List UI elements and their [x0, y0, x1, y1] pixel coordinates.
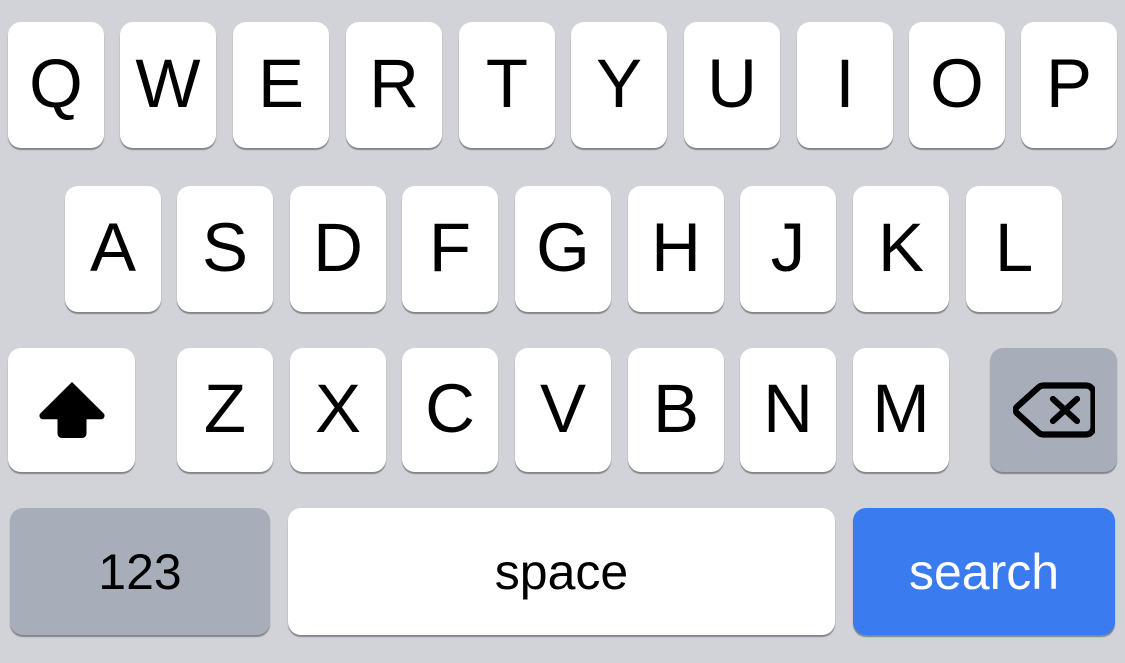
key-label: U: [707, 44, 757, 122]
key-w[interactable]: W: [120, 22, 216, 148]
key-label: search: [908, 543, 1060, 600]
key-label: 123: [98, 543, 182, 600]
key-label: B: [652, 369, 700, 447]
key-s[interactable]: S: [177, 186, 273, 312]
ios-keyboard: Q W E R T Y U I O P A S D F G H J K L Z …: [0, 0, 1125, 663]
key-label: D: [313, 208, 363, 286]
key-label: J: [770, 208, 806, 286]
key-a[interactable]: A: [65, 186, 161, 312]
backspace-delete-icon: [1012, 380, 1095, 440]
key-n[interactable]: N: [740, 348, 836, 472]
shift-arrow-up-icon: [38, 379, 105, 441]
key-l[interactable]: L: [966, 186, 1062, 312]
key-r[interactable]: R: [346, 22, 442, 148]
key-label: N: [763, 369, 813, 447]
key-v[interactable]: V: [515, 348, 611, 472]
key-e[interactable]: E: [233, 22, 329, 148]
key-label: V: [539, 369, 587, 447]
numeric-switch-key[interactable]: 123: [10, 508, 270, 635]
key-z[interactable]: Z: [177, 348, 273, 472]
key-c[interactable]: C: [402, 348, 498, 472]
key-h[interactable]: H: [628, 186, 724, 312]
key-label: Y: [595, 44, 643, 122]
key-label: K: [877, 208, 925, 286]
search-return-key[interactable]: search: [853, 508, 1115, 635]
key-label: H: [651, 208, 701, 286]
key-p[interactable]: P: [1021, 22, 1117, 148]
space-key[interactable]: space: [288, 508, 835, 635]
key-b[interactable]: B: [628, 348, 724, 472]
key-t[interactable]: T: [459, 22, 555, 148]
key-label: C: [425, 369, 475, 447]
key-label: Q: [29, 44, 83, 122]
key-label: M: [872, 369, 930, 447]
key-label: I: [835, 44, 855, 122]
backspace-key[interactable]: [990, 348, 1117, 472]
key-q[interactable]: Q: [8, 22, 104, 148]
key-label: L: [994, 208, 1034, 286]
key-label: F: [428, 208, 472, 286]
key-label: P: [1045, 44, 1093, 122]
key-o[interactable]: O: [909, 22, 1005, 148]
key-j[interactable]: J: [740, 186, 836, 312]
key-label: O: [930, 44, 984, 122]
key-label: space: [494, 543, 629, 600]
key-label: G: [536, 208, 590, 286]
key-label: A: [89, 208, 137, 286]
key-u[interactable]: U: [684, 22, 780, 148]
key-y[interactable]: Y: [571, 22, 667, 148]
shift-key[interactable]: [8, 348, 135, 472]
key-label: R: [369, 44, 419, 122]
key-label: S: [201, 208, 249, 286]
key-label: T: [485, 44, 529, 122]
key-m[interactable]: M: [853, 348, 949, 472]
key-d[interactable]: D: [290, 186, 386, 312]
key-label: W: [135, 44, 201, 122]
key-label: E: [257, 44, 305, 122]
key-f[interactable]: F: [402, 186, 498, 312]
key-label: X: [314, 369, 362, 447]
key-k[interactable]: K: [853, 186, 949, 312]
key-i[interactable]: I: [797, 22, 893, 148]
key-x[interactable]: X: [290, 348, 386, 472]
key-g[interactable]: G: [515, 186, 611, 312]
key-label: Z: [203, 369, 247, 447]
